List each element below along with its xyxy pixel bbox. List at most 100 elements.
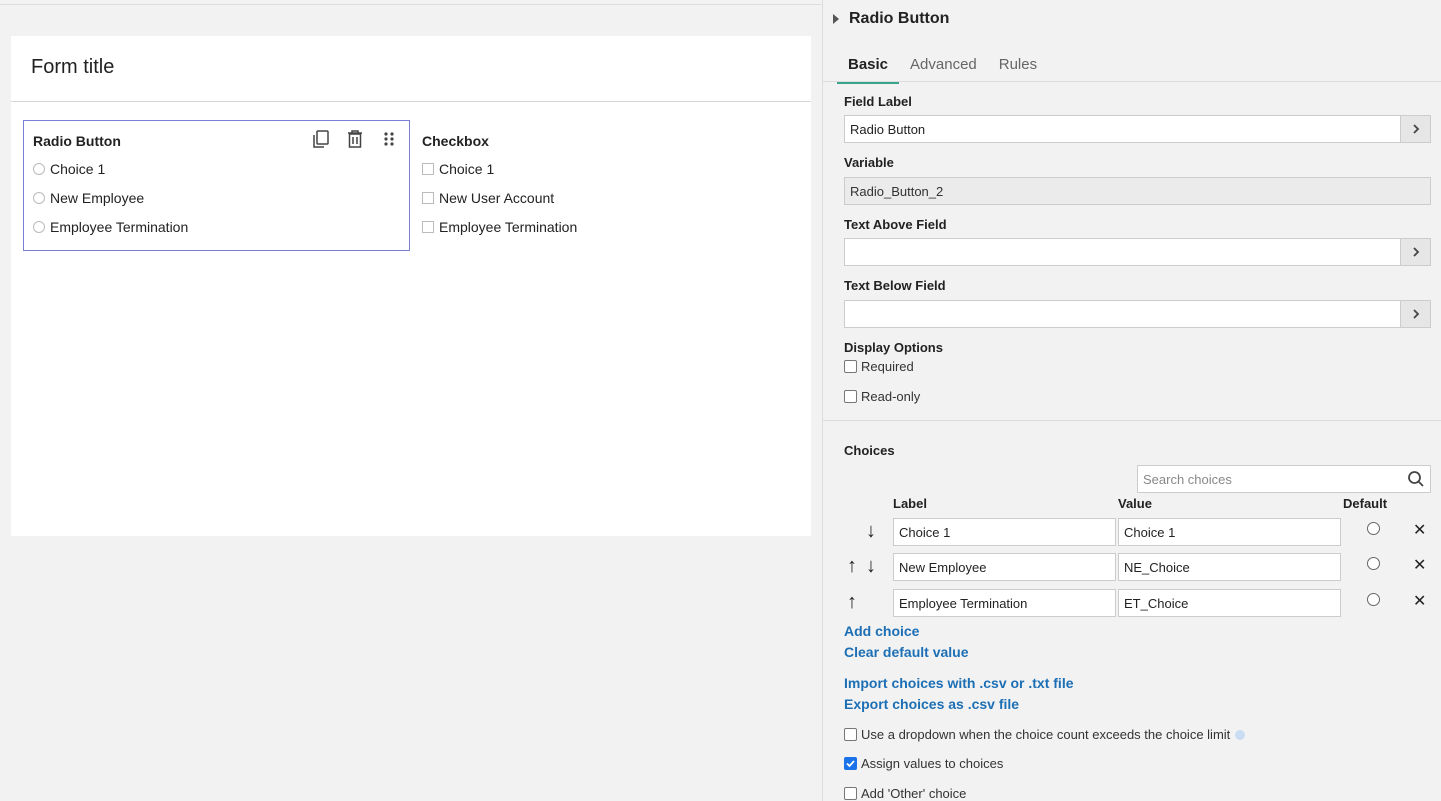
column-label-header: Label bbox=[893, 496, 927, 511]
delete-choice-icon[interactable]: ✕ bbox=[1413, 591, 1426, 611]
tab-advanced[interactable]: Advanced bbox=[899, 52, 988, 84]
text-above-title: Text Above Field bbox=[844, 217, 947, 232]
text-above-input[interactable] bbox=[844, 238, 1401, 266]
radio-button-field[interactable]: Radio Button Choice 1 New Employee Emplo… bbox=[23, 120, 410, 251]
radio-option[interactable]: New Employee bbox=[33, 190, 144, 206]
text-below-expand-button[interactable] bbox=[1401, 300, 1431, 328]
required-option[interactable]: Required bbox=[844, 359, 914, 374]
add-other-option[interactable]: Add 'Other' choice bbox=[844, 786, 966, 801]
checkbox-square-icon[interactable] bbox=[422, 192, 434, 204]
column-default-header: Default bbox=[1343, 496, 1388, 511]
export-choices-link[interactable]: Export choices as .csv file bbox=[844, 696, 1019, 712]
radio-option[interactable]: Employee Termination bbox=[33, 219, 188, 235]
chevron-right-icon bbox=[1412, 309, 1419, 319]
assign-values-option[interactable]: Assign values to choices bbox=[844, 756, 1003, 771]
variable-input[interactable] bbox=[844, 177, 1431, 205]
radio-option[interactable]: Choice 1 bbox=[33, 161, 105, 177]
checkmark-icon bbox=[846, 760, 855, 768]
radio-circle-icon[interactable] bbox=[33, 192, 45, 204]
section-divider bbox=[823, 420, 1441, 421]
panel-header[interactable]: Radio Button bbox=[833, 10, 949, 28]
variable-row bbox=[844, 177, 1431, 205]
chevron-right-icon bbox=[1412, 124, 1419, 134]
choice-label-input[interactable] bbox=[893, 518, 1116, 546]
tabs-divider bbox=[823, 81, 1441, 82]
form-title[interactable]: Form title bbox=[31, 56, 114, 79]
radio-circle-icon[interactable] bbox=[33, 163, 45, 175]
form-divider bbox=[11, 101, 811, 102]
variable-title: Variable bbox=[844, 155, 894, 170]
checkbox-square-icon[interactable] bbox=[422, 221, 434, 233]
import-choices-link[interactable]: Import choices with .csv or .txt file bbox=[844, 675, 1074, 691]
info-icon[interactable] bbox=[1235, 729, 1246, 740]
readonly-option[interactable]: Read-only bbox=[844, 389, 920, 404]
radio-option-label: Employee Termination bbox=[50, 219, 189, 235]
text-above-expand-button[interactable] bbox=[1401, 238, 1431, 266]
dropdown-checkbox[interactable] bbox=[844, 728, 857, 741]
default-radio[interactable] bbox=[1367, 557, 1380, 570]
column-value-header: Value bbox=[1118, 496, 1152, 511]
text-below-row bbox=[844, 300, 1431, 328]
radio-circle-icon[interactable] bbox=[33, 221, 45, 233]
form-card: Form title Radio Button Choice 1 New Emp… bbox=[11, 36, 811, 536]
tab-bar: Basic Advanced Rules bbox=[837, 52, 1048, 84]
search-icon[interactable] bbox=[1402, 466, 1430, 492]
checkbox-option[interactable]: Employee Termination bbox=[422, 219, 577, 235]
assign-values-checkbox[interactable] bbox=[844, 757, 857, 770]
dropdown-option-label: Use a dropdown when the choice count exc… bbox=[861, 727, 1231, 742]
field-label-expand-button[interactable] bbox=[1401, 115, 1431, 143]
field-label-input[interactable] bbox=[844, 115, 1401, 143]
checkbox-option[interactable]: New User Account bbox=[422, 190, 554, 206]
arrow-up-icon[interactable]: ↑ bbox=[847, 590, 857, 614]
text-below-title: Text Below Field bbox=[844, 278, 946, 293]
field-label-title: Field Label bbox=[844, 94, 912, 109]
field-toolbar bbox=[309, 127, 401, 151]
checkbox-field[interactable]: Checkbox Choice 1 New User Account Emplo… bbox=[421, 120, 721, 251]
add-choice-link[interactable]: Add choice bbox=[844, 623, 919, 639]
assign-values-label: Assign values to choices bbox=[861, 756, 1004, 771]
readonly-checkbox[interactable] bbox=[844, 390, 857, 403]
delete-choice-icon[interactable]: ✕ bbox=[1413, 555, 1426, 575]
clear-default-link[interactable]: Clear default value bbox=[844, 644, 969, 660]
choice-row: ↓ ✕ bbox=[844, 518, 1434, 546]
arrow-down-icon[interactable]: ↓ bbox=[866, 519, 876, 543]
dropdown-option[interactable]: Use a dropdown when the choice count exc… bbox=[844, 727, 1246, 742]
choice-value-input[interactable] bbox=[1118, 518, 1341, 546]
choice-row: ↑ ↓ ✕ bbox=[844, 553, 1434, 581]
default-radio[interactable] bbox=[1367, 593, 1380, 606]
default-radio[interactable] bbox=[1367, 522, 1380, 535]
checkbox-option[interactable]: Choice 1 bbox=[422, 161, 494, 177]
add-other-label: Add 'Other' choice bbox=[861, 786, 967, 801]
field-label-row bbox=[844, 115, 1431, 143]
duplicate-icon[interactable] bbox=[309, 127, 333, 151]
drag-handle-icon[interactable] bbox=[377, 127, 401, 151]
text-above-row bbox=[844, 238, 1431, 266]
delete-icon[interactable] bbox=[343, 127, 367, 151]
arrow-down-icon[interactable]: ↓ bbox=[866, 554, 876, 578]
required-checkbox[interactable] bbox=[844, 360, 857, 373]
choice-value-input[interactable] bbox=[1118, 589, 1341, 617]
checkbox-option-label: Employee Termination bbox=[439, 219, 578, 235]
checkbox-square-icon[interactable] bbox=[422, 163, 434, 175]
delete-choice-icon[interactable]: ✕ bbox=[1413, 520, 1426, 540]
radio-field-label: Radio Button bbox=[33, 133, 121, 149]
choice-value-input[interactable] bbox=[1118, 553, 1341, 581]
checkbox-option-label: New User Account bbox=[439, 190, 555, 206]
search-choices-input[interactable] bbox=[1138, 466, 1402, 492]
tab-rules[interactable]: Rules bbox=[988, 52, 1048, 84]
checkbox-field-label: Checkbox bbox=[422, 133, 489, 149]
choice-label-input[interactable] bbox=[893, 553, 1116, 581]
caret-right-icon[interactable] bbox=[833, 14, 839, 24]
radio-option-label: Choice 1 bbox=[50, 161, 106, 177]
display-options-title: Display Options bbox=[844, 340, 943, 355]
tab-basic[interactable]: Basic bbox=[837, 52, 900, 84]
add-other-checkbox[interactable] bbox=[844, 787, 857, 800]
text-below-input[interactable] bbox=[844, 300, 1401, 328]
choice-label-input[interactable] bbox=[893, 589, 1116, 617]
radio-option-label: New Employee bbox=[50, 190, 145, 206]
required-label: Required bbox=[861, 359, 914, 374]
arrow-up-icon[interactable]: ↑ bbox=[847, 554, 857, 578]
properties-panel: Radio Button Basic Advanced Rules Field … bbox=[822, 0, 1441, 801]
form-canvas: Form title Radio Button Choice 1 New Emp… bbox=[0, 4, 822, 801]
reorder-arrows: ↓ bbox=[844, 518, 892, 546]
